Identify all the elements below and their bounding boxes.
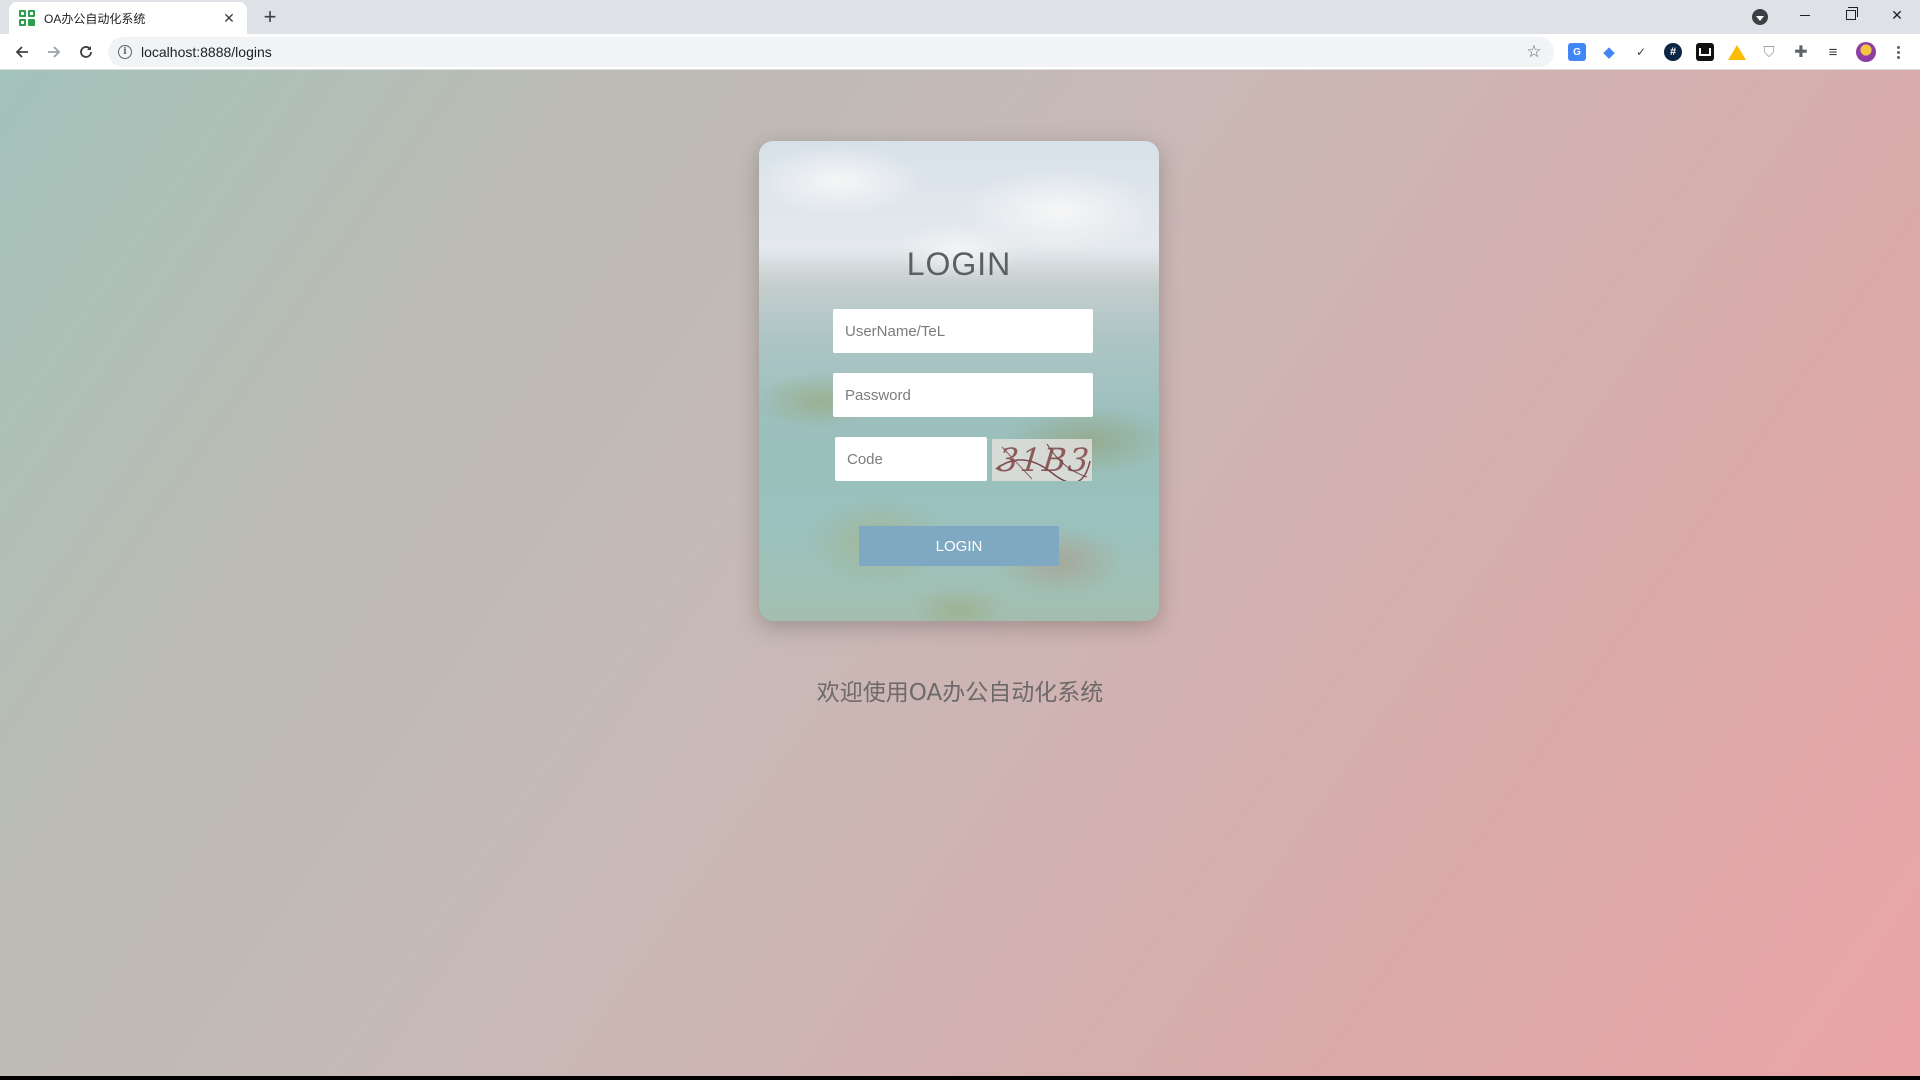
url-text[interactable]: localhost:8888/logins (141, 44, 1524, 60)
info-icon[interactable]: i (118, 45, 132, 59)
hashtag-icon[interactable]: # (1664, 43, 1682, 61)
username-input[interactable] (833, 309, 1093, 353)
book-icon[interactable] (1696, 43, 1714, 61)
check-icon[interactable]: ✓ (1632, 43, 1650, 61)
screen-bottom-edge (0, 1076, 1920, 1080)
login-card: LOGIN 31B3 LOGIN (759, 141, 1159, 621)
browser-tab[interactable]: OA办公自动化系统 ✕ (9, 2, 247, 34)
app-favicon-icon (19, 10, 35, 26)
code-input[interactable] (835, 437, 987, 481)
password-input[interactable] (833, 373, 1093, 417)
page-background: LOGIN 31B3 LOGIN 欢迎使用OA办公自动化系统 (0, 70, 1920, 1076)
login-button[interactable]: LOGIN (859, 526, 1059, 566)
star-icon[interactable]: ☆ (1524, 42, 1544, 62)
google-drive-icon[interactable] (1728, 45, 1746, 60)
reload-button[interactable] (72, 38, 100, 66)
captcha-image[interactable]: 31B3 (992, 439, 1092, 481)
login-title: LOGIN (906, 246, 1012, 282)
restore-button[interactable] (1828, 0, 1874, 30)
welcome-message: 欢迎使用OA办公自动化系统 (816, 680, 1104, 706)
captcha-noise-lines (995, 443, 1091, 481)
reload-icon (80, 46, 92, 58)
browser-toolbar: i localhost:8888/logins ☆ G ◆ ✓ # ⛉ ✚ ≡ (0, 34, 1920, 70)
shield-icon[interactable]: ⛉ (1760, 43, 1778, 61)
tab-close-icon[interactable]: ✕ (221, 10, 237, 26)
menu-dots-icon[interactable] (1888, 42, 1908, 62)
address-bar[interactable]: i localhost:8888/logins ☆ (108, 37, 1554, 67)
new-tab-button[interactable]: + (258, 4, 282, 29)
back-arrow-icon (15, 46, 28, 58)
reading-list-icon[interactable]: ≡ (1824, 43, 1842, 61)
graduation-cap-icon[interactable]: ◆ (1600, 43, 1618, 61)
tab-search-icon[interactable] (1752, 9, 1768, 25)
minimize-button[interactable] (1782, 0, 1828, 30)
google-translate-icon[interactable]: G (1568, 43, 1586, 61)
puzzle-icon[interactable]: ✚ (1792, 43, 1810, 61)
back-button[interactable] (8, 38, 36, 66)
tab-title: OA办公自动化系统 (44, 11, 146, 26)
forward-button[interactable] (40, 38, 68, 66)
browser-tab-strip: OA办公自动化系统 ✕ + ✕ (0, 0, 1920, 34)
forward-arrow-icon (48, 46, 61, 58)
window-close-button[interactable]: ✕ (1874, 0, 1920, 30)
avatar[interactable] (1856, 42, 1876, 62)
